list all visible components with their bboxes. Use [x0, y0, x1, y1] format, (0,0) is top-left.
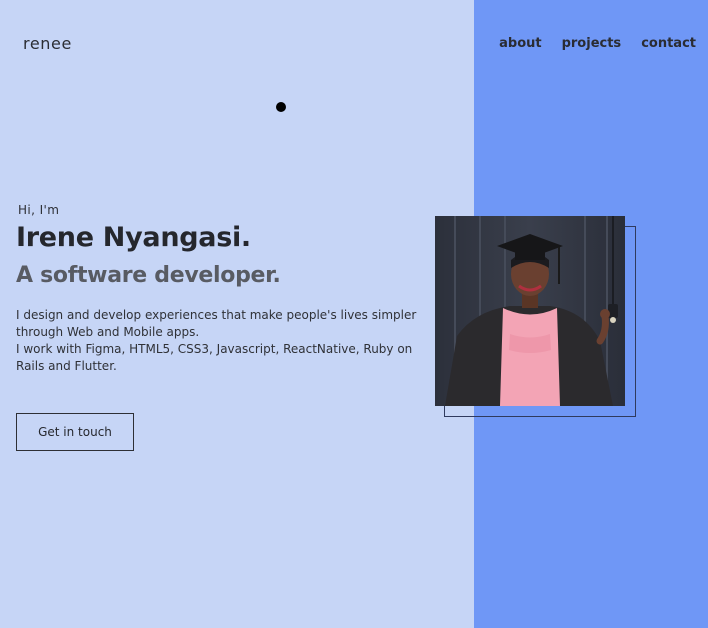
hero-bio: I design and develop experiences that ma…	[16, 307, 436, 375]
bio-line-1: I design and develop experiences that ma…	[16, 308, 417, 339]
greeting-text: Hi, I'm	[18, 203, 60, 217]
site-logo[interactable]: renee	[23, 34, 72, 53]
dot-icon	[276, 102, 286, 112]
main-nav: about projects contact	[499, 36, 696, 51]
nav-link-contact[interactable]: contact	[641, 36, 696, 51]
get-in-touch-button[interactable]: Get in touch	[16, 413, 134, 451]
hero-name: Irene Nyangasi.	[16, 222, 251, 253]
bio-line-2: I work with Figma, HTML5, CSS3, Javascri…	[16, 342, 413, 373]
hero-role: A software developer.	[16, 263, 281, 288]
profile-photo	[435, 216, 625, 406]
nav-link-about[interactable]: about	[499, 36, 541, 51]
nav-link-projects[interactable]: projects	[562, 36, 622, 51]
